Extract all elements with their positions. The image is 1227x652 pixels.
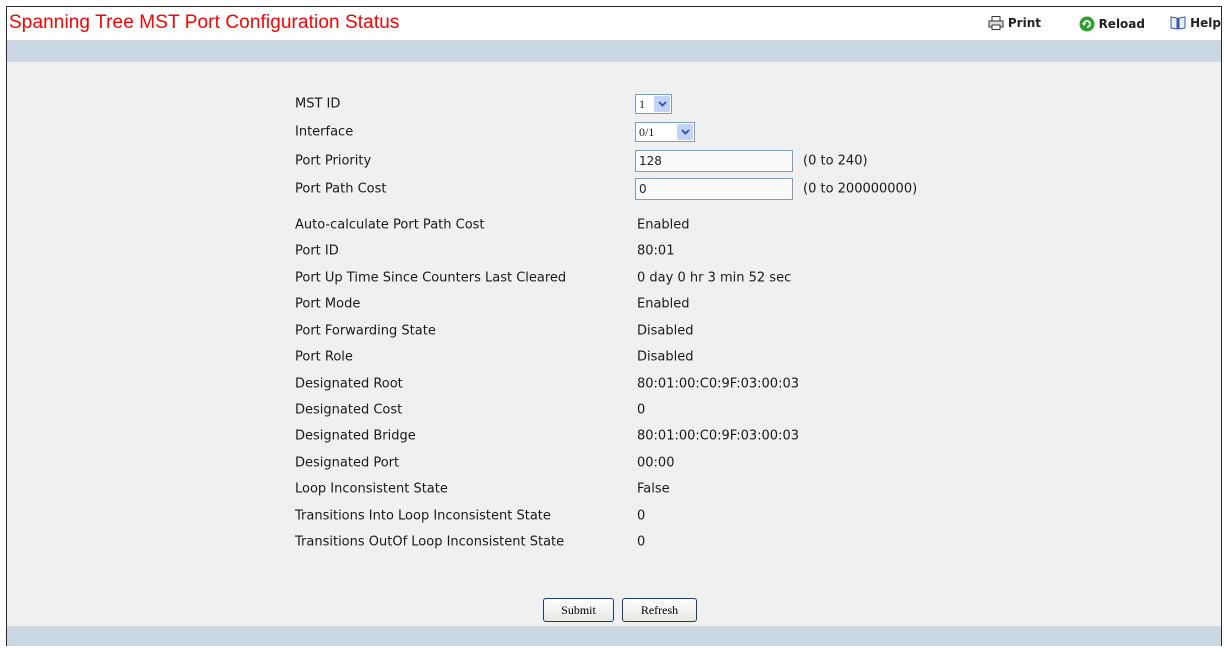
info-row: Loop Inconsistent State False [295, 476, 995, 502]
reload-label: Reload [1098, 17, 1145, 31]
info-row: Port Role Disabled [295, 344, 995, 370]
mst-id-value: 1 [639, 96, 645, 111]
info-row: Designated Root 80:01:00:C0:9F:03:00:03 [295, 371, 995, 397]
port-path-cost-row: Port Path Cost (0 to 200000000) [295, 176, 995, 202]
info-row: Transitions Into Loop Inconsistent State… [295, 503, 995, 529]
print-label: Print [1007, 16, 1041, 30]
port-priority-label: Port Priority [295, 153, 372, 169]
info-value: Enabled [637, 296, 690, 312]
help-label: Help [1190, 16, 1221, 30]
info-label: Port ID [295, 243, 339, 259]
title-bar: Spanning Tree MST Port Configuration Sta… [7, 7, 1221, 40]
info-label: Port Role [295, 349, 353, 365]
info-value: 0 [637, 534, 646, 550]
port-path-cost-range: (0 to 200000000) [803, 181, 918, 197]
header-separator-bar [7, 40, 1221, 62]
info-row: Auto-calculate Port Path Cost Enabled [295, 212, 995, 238]
info-label: Transitions Into Loop Inconsistent State [295, 508, 551, 524]
info-value: Disabled [637, 349, 694, 365]
interface-row: Interface 0/1 [295, 119, 995, 145]
interface-value: 0/1 [639, 124, 655, 139]
info-label: Designated Port [295, 455, 400, 471]
port-priority-input[interactable] [635, 150, 793, 172]
info-label: Designated Root [295, 376, 403, 392]
info-row: Port ID 80:01 [295, 238, 995, 264]
info-row: Designated Cost 0 [295, 397, 995, 423]
info-label: Designated Bridge [295, 428, 416, 444]
mst-id-select[interactable]: 1 [635, 94, 672, 114]
info-row: Designated Port 00:00 [295, 450, 995, 476]
port-path-cost-input[interactable] [635, 178, 793, 200]
info-value: 80:01:00:C0:9F:03:00:03 [637, 428, 799, 444]
submit-button[interactable]: Submit [543, 598, 614, 622]
info-label: Loop Inconsistent State [295, 481, 448, 497]
info-label: Port Up Time Since Counters Last Cleared [295, 270, 567, 286]
info-label: Transitions OutOf Loop Inconsistent Stat… [295, 534, 565, 550]
printer-icon [988, 16, 1004, 30]
help-button[interactable]: Help [1170, 16, 1221, 30]
print-button[interactable]: Print [988, 16, 1041, 30]
info-value: Disabled [637, 323, 694, 339]
info-value: Enabled [637, 217, 690, 233]
info-value: 0 [637, 508, 646, 524]
interface-select[interactable]: 0/1 [635, 122, 695, 142]
info-value: 80:01:00:C0:9F:03:00:03 [637, 376, 799, 392]
mst-id-row: MST ID 1 [295, 91, 995, 117]
port-priority-range: (0 to 240) [803, 153, 868, 169]
info-value: False [637, 481, 670, 497]
info-row: Port Mode Enabled [295, 291, 995, 317]
chevron-down-icon[interactable] [654, 96, 670, 112]
footer-bar [7, 626, 1221, 646]
refresh-button[interactable]: Refresh [622, 598, 697, 622]
info-label: Port Mode [295, 296, 361, 312]
info-value: 0 day 0 hr 3 min 52 sec [637, 270, 792, 286]
page-title: Spanning Tree MST Port Configuration Sta… [9, 12, 400, 33]
page-frame: Spanning Tree MST Port Configuration Sta… [6, 6, 1222, 646]
help-book-icon [1170, 16, 1186, 30]
reload-button[interactable]: Reload [1079, 16, 1145, 32]
info-label: Designated Cost [295, 402, 403, 418]
interface-label: Interface [295, 124, 354, 140]
reload-icon [1079, 16, 1095, 32]
info-value: 80:01 [637, 243, 675, 259]
info-label: Port Forwarding State [295, 323, 436, 339]
port-priority-row: Port Priority (0 to 240) [295, 148, 995, 174]
info-row: Transitions OutOf Loop Inconsistent Stat… [295, 529, 995, 555]
info-value: 00:00 [637, 455, 675, 471]
port-path-cost-label: Port Path Cost [295, 181, 387, 197]
info-row: Port Up Time Since Counters Last Cleared… [295, 265, 995, 291]
info-value: 0 [637, 402, 646, 418]
info-label: Auto-calculate Port Path Cost [295, 217, 485, 233]
info-row: Port Forwarding State Disabled [295, 318, 995, 344]
info-row: Designated Bridge 80:01:00:C0:9F:03:00:0… [295, 423, 995, 449]
mst-id-label: MST ID [295, 96, 341, 112]
chevron-down-icon[interactable] [677, 124, 693, 140]
